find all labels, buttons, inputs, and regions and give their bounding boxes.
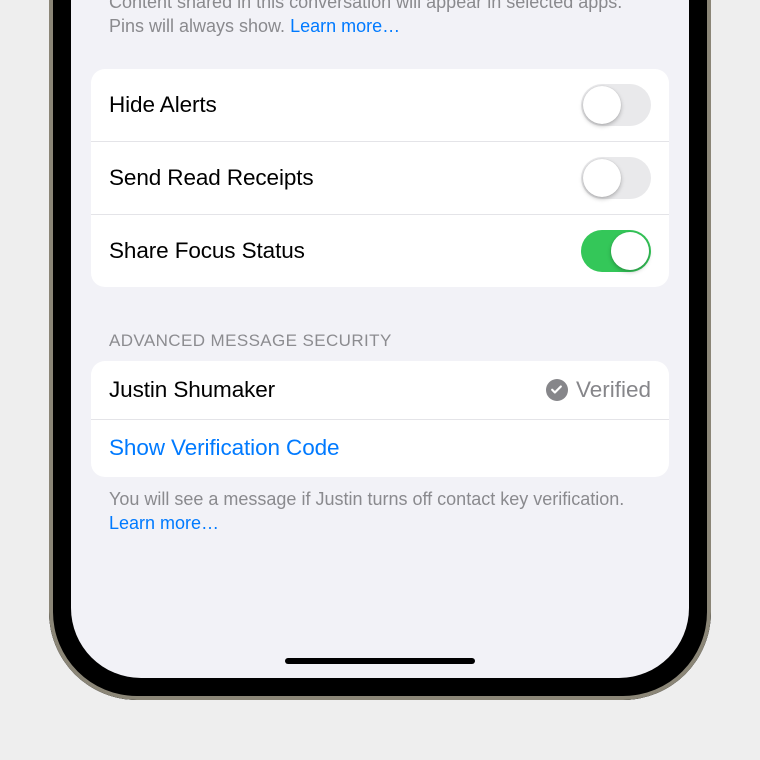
security-section-header: ADVANCED MESSAGE SECURITY — [91, 331, 669, 361]
verified-text: Verified — [576, 377, 651, 403]
show-verification-code-row[interactable]: Show Verification Code — [91, 419, 669, 477]
share-focus-toggle[interactable] — [581, 230, 651, 272]
security-card: Justin Shumaker Verified Show Verificati… — [91, 361, 669, 477]
read-receipts-toggle[interactable] — [581, 157, 651, 199]
phone-bezel: Show in Shared with You Content shared i… — [49, 0, 711, 700]
read-receipts-label: Send Read Receipts — [109, 165, 314, 191]
contact-name: Justin Shumaker — [109, 377, 275, 403]
shared-with-you-footer: Content shared in this conversation will… — [91, 0, 669, 39]
hide-alerts-toggle[interactable] — [581, 84, 651, 126]
read-receipts-row[interactable]: Send Read Receipts — [91, 141, 669, 214]
show-verification-code-label: Show Verification Code — [109, 435, 339, 461]
share-focus-row[interactable]: Share Focus Status — [91, 214, 669, 287]
settings-screen: Show in Shared with You Content shared i… — [71, 0, 689, 678]
security-footer-text: You will see a message if Justin turns o… — [109, 489, 624, 509]
security-footer: You will see a message if Justin turns o… — [91, 477, 669, 536]
verified-badge: Verified — [546, 377, 651, 403]
hide-alerts-row[interactable]: Hide Alerts — [91, 69, 669, 141]
home-indicator[interactable] — [285, 658, 475, 664]
share-focus-label: Share Focus Status — [109, 238, 305, 264]
learn-more-link[interactable]: Learn more… — [290, 16, 400, 36]
verified-contact-row[interactable]: Justin Shumaker Verified — [91, 361, 669, 419]
security-learn-more-link[interactable]: Learn more… — [109, 513, 219, 533]
checkmark-icon — [546, 379, 568, 401]
notifications-card: Hide Alerts Send Read Receipts Share Foc… — [91, 69, 669, 287]
hide-alerts-label: Hide Alerts — [109, 92, 217, 118]
